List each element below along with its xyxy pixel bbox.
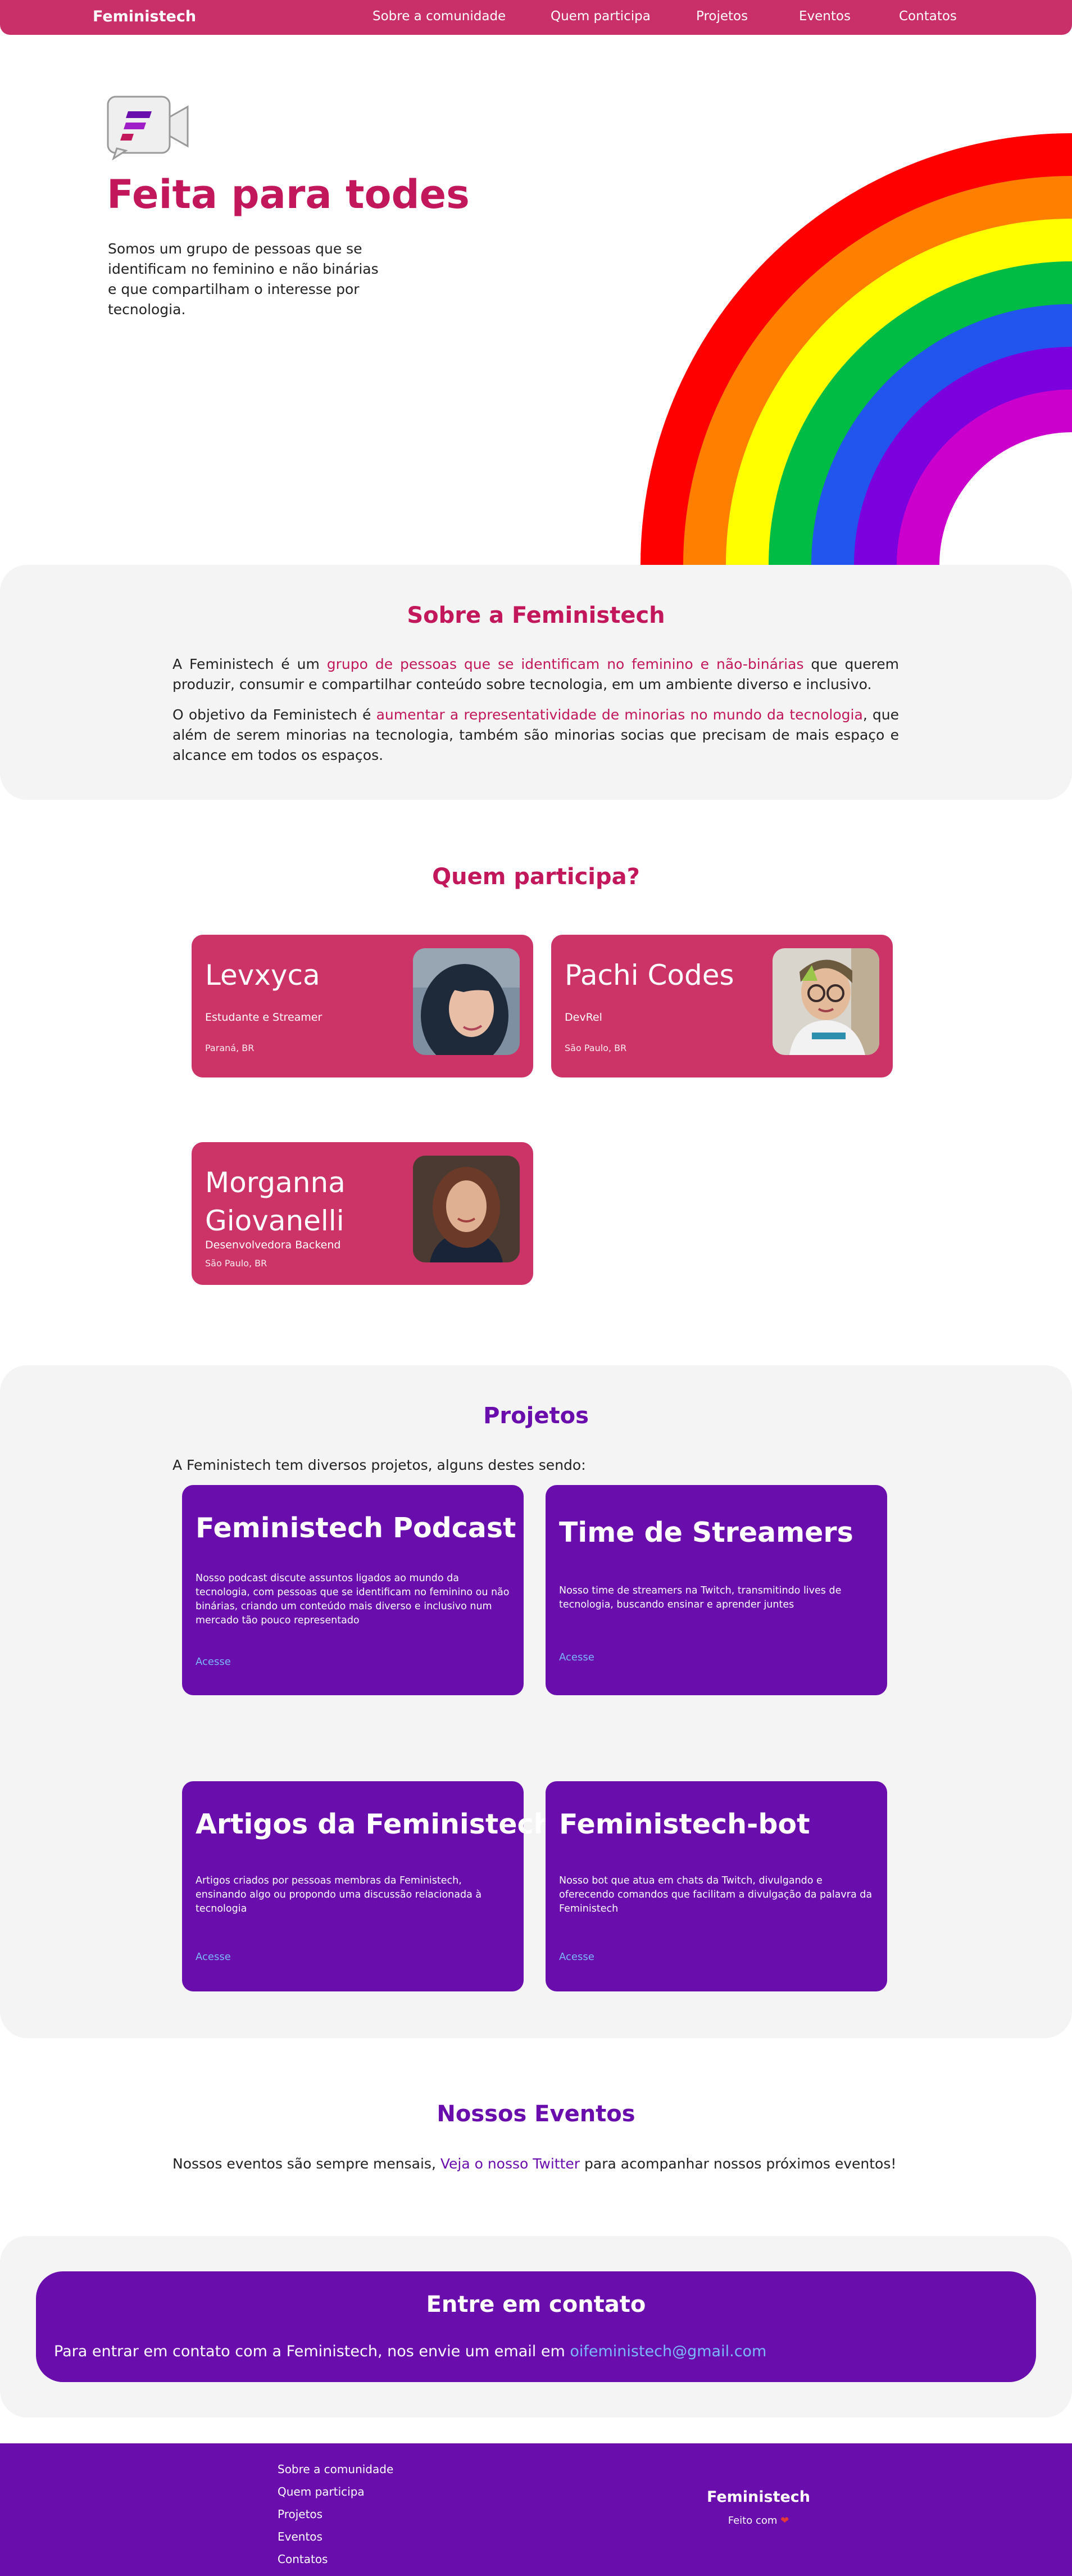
projects-title: Projetos	[483, 1403, 589, 1429]
events-text-start: Nossos eventos são sempre mensais,	[172, 2156, 440, 2172]
footer-link-projetos[interactable]: Projetos	[278, 2507, 322, 2521]
nav-link-projetos[interactable]: Projetos	[696, 9, 748, 24]
project-description: Artigos criados por pessoas membras da F…	[196, 1875, 482, 1914]
contact-text-label: Para entrar em contato com a Feministech…	[54, 2343, 570, 2360]
project-card[interactable]: Feministech-bot Nosso bot que atua em ch…	[546, 1781, 887, 1991]
member-card[interactable]: Morganna Giovanelli Desenvolvedora Backe…	[192, 1142, 533, 1285]
about-title: Sobre a Feministech	[407, 603, 665, 628]
footer-brand: Feministech	[706, 2488, 811, 2506]
footer-link-quem-participa[interactable]: Quem participa	[278, 2485, 365, 2498]
project-description: Nosso time de streamers na Twitch, trans…	[559, 1585, 842, 1610]
about-paragraph-2: O objetivo da Feministech é aumentar a r…	[172, 705, 899, 766]
footer-link-eventos[interactable]: Eventos	[278, 2530, 322, 2543]
member-location: São Paulo, BR	[205, 1258, 267, 1269]
project-description: Nosso bot que atua em chats da Twitch, d…	[559, 1875, 873, 1914]
members-title: Quem participa?	[432, 864, 640, 890]
project-title: Feministech Podcast	[196, 1512, 516, 1544]
member-photo	[413, 948, 520, 1055]
project-link[interactable]: Acesse	[196, 1951, 231, 1963]
member-card[interactable]: Levxyca Estudante e Streamer Paraná, BR	[192, 935, 533, 1078]
top-navbar: Feministech Sobre a comunidade Quem part…	[0, 0, 1072, 35]
member-role: Estudante e Streamer	[205, 1011, 322, 1024]
contact-email-link[interactable]: oifeministech@gmail.com	[570, 2343, 766, 2360]
project-card[interactable]: Artigos da Feministech Artigos criados p…	[182, 1781, 553, 1991]
events-title: Nossos Eventos	[437, 2101, 635, 2127]
project-title: Artigos da Feministech	[196, 1808, 553, 1840]
member-photo	[413, 1156, 520, 1262]
about-p1-highlight: grupo de pessoas que se identificam no f…	[326, 656, 804, 672]
footer-made-with: Feito com ❤	[674, 2515, 843, 2527]
heart-icon: ❤	[780, 2515, 789, 2527]
member-role: Desenvolvedora Backend	[205, 1239, 341, 1251]
member-name: Morganna Giovanelli	[205, 1166, 346, 1237]
contact-text: Para entrar em contato com a Feministech…	[54, 2343, 766, 2360]
member-role: DevRel	[565, 1011, 602, 1024]
hero-title: Feita para todes	[107, 171, 470, 218]
events-text: Nossos eventos são sempre mensais, Veja …	[172, 2154, 899, 2174]
nav-link-sobre[interactable]: Sobre a comunidade	[373, 9, 506, 24]
contact-title: Entre em contato	[426, 2292, 646, 2317]
footer: Sobre a comunidade Quem participa Projet…	[0, 2443, 1072, 2576]
member-photo	[773, 948, 879, 1055]
twitter-link[interactable]: Veja o nosso Twitter	[440, 2156, 580, 2172]
video-chat-logo-icon	[106, 94, 190, 161]
member-card[interactable]: Pachi Codes DevRel São Paulo, BR	[551, 935, 893, 1078]
project-title: Time de Streamers	[559, 1516, 853, 1549]
events-text-end: para acompanhar nossos próximos eventos!	[580, 2156, 897, 2172]
about-p2-highlight: aumentar a representatividade de minoria…	[376, 707, 863, 723]
footer-link-contatos[interactable]: Contatos	[278, 2552, 328, 2566]
about-p1-start: A Feministech é um	[172, 656, 327, 672]
about-p2-start: O objetivo da Feministech é	[172, 707, 376, 723]
nav-link-quem-participa[interactable]: Quem participa	[551, 9, 651, 24]
project-link[interactable]: Acesse	[559, 1651, 594, 1663]
project-title: Feministech-bot	[559, 1808, 810, 1840]
project-card[interactable]: Time de Streamers Nosso time de streamer…	[546, 1485, 887, 1695]
about-paragraph-1: A Feministech é um grupo de pessoas que …	[172, 654, 899, 695]
project-card[interactable]: Feministech Podcast Nosso podcast discut…	[182, 1485, 524, 1695]
projects-intro: A Feministech tem diversos projetos, alg…	[172, 1457, 586, 1473]
member-location: São Paulo, BR	[565, 1043, 627, 1053]
project-link[interactable]: Acesse	[559, 1951, 594, 1963]
contact-card: Entre em contato Para entrar em contato …	[36, 2271, 1036, 2382]
member-name: Pachi Codes	[565, 959, 734, 992]
project-description: Nosso podcast discute assuntos ligados a…	[196, 1573, 510, 1626]
member-name: Levxyca	[205, 959, 320, 992]
project-link[interactable]: Acesse	[196, 1656, 231, 1668]
footer-made-with-text: Feito com	[728, 2515, 778, 2527]
member-location: Paraná, BR	[205, 1043, 255, 1053]
hero-description: Somos um grupo de pessoas que se identif…	[108, 241, 379, 318]
footer-link-sobre[interactable]: Sobre a comunidade	[278, 2462, 393, 2476]
nav-link-eventos[interactable]: Eventos	[799, 9, 851, 24]
nav-brand[interactable]: Feministech	[93, 8, 196, 25]
nav-link-contatos[interactable]: Contatos	[899, 9, 957, 24]
